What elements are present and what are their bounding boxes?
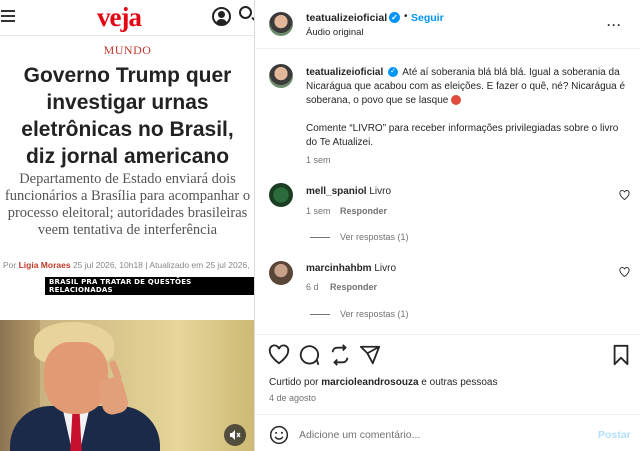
caption-text: teatualizeioficial ✓ Até aí soberania bl… xyxy=(306,66,630,108)
comment-input[interactable] xyxy=(299,427,589,443)
reply-button[interactable]: Responder xyxy=(340,206,387,216)
likes-prefix: Curtido por xyxy=(269,377,319,388)
article-dek: Departamento de Estado enviará dois func… xyxy=(4,171,251,238)
post-button[interactable]: Postar xyxy=(598,429,631,441)
byline-author: Ligia Moraes xyxy=(18,260,71,270)
caption-avatar[interactable] xyxy=(269,64,293,88)
save-icon[interactable] xyxy=(610,344,632,366)
more-options-icon[interactable]: ··· xyxy=(607,18,622,32)
actions-divider xyxy=(255,334,640,335)
angry-emoji-icon xyxy=(451,95,462,106)
comment-username[interactable]: mell_spaniol xyxy=(306,186,367,197)
post-date: 4 de agosto xyxy=(269,393,317,403)
search-icon xyxy=(239,6,252,19)
post-avatar[interactable] xyxy=(269,12,293,36)
article-byline: Por Ligia Moraes 25 jul 2026, 10h18 | At… xyxy=(3,260,254,270)
comment-avatar[interactable] xyxy=(269,183,293,207)
likes-summary: Curtido por marcioleandrosouza e outras … xyxy=(269,377,497,388)
comment-body: Livro xyxy=(374,263,397,274)
view-replies-button[interactable]: Ver respostas (1) xyxy=(310,309,409,319)
veja-header: veja xyxy=(0,0,254,36)
like-comment-icon[interactable] xyxy=(619,190,630,200)
comment-body: Livro xyxy=(369,186,392,197)
article-section: MUNDO xyxy=(103,43,152,57)
comment-icon[interactable] xyxy=(298,344,320,366)
post-username[interactable]: teatualizeioficial xyxy=(306,12,387,24)
caption-cta: Comente “LIVRO” para receber informações… xyxy=(306,123,619,148)
menu-icon xyxy=(1,10,15,23)
header-divider xyxy=(255,48,640,49)
comment-text: mell_spaniol Livro xyxy=(306,186,391,197)
comment-username[interactable]: marcinhahbm xyxy=(306,263,372,274)
follow-button[interactable]: Seguir xyxy=(411,12,444,24)
reply-button[interactable]: Responder xyxy=(330,282,377,292)
likes-user[interactable]: marcioleandrosouza xyxy=(321,377,418,388)
byline-prefix: Por xyxy=(3,260,17,270)
audio-link[interactable]: Áudio original xyxy=(306,27,364,38)
separator-dot: • xyxy=(404,11,408,22)
like-comment-icon[interactable] xyxy=(619,267,630,277)
comment-time[interactable]: 6 d xyxy=(306,282,319,292)
like-icon[interactable] xyxy=(268,344,290,366)
verified-icon: ✓ xyxy=(388,67,399,78)
emoji-icon[interactable] xyxy=(269,425,289,445)
composer-divider xyxy=(255,414,640,415)
byline-date: 25 jul 2026, 10h18 | Atualizado em 25 ju… xyxy=(72,260,250,270)
caption-username[interactable]: teatualizeioficial xyxy=(306,67,383,78)
comment-time[interactable]: 1 sem xyxy=(306,206,331,216)
comment-avatar[interactable] xyxy=(269,261,293,285)
view-replies-button[interactable]: Ver respostas (1) xyxy=(310,232,409,242)
repost-icon[interactable] xyxy=(329,344,351,366)
mute-icon[interactable] xyxy=(224,424,246,446)
veja-logo: veja xyxy=(97,2,142,32)
reel-video[interactable]: veja MUNDO Governo Trump quer investigar… xyxy=(0,0,255,451)
article-photo xyxy=(0,320,254,451)
comment-text: marcinhahbm Livro xyxy=(306,263,396,274)
caption-time[interactable]: 1 sem xyxy=(306,155,331,165)
view-replies-label: Ver respostas (1) xyxy=(340,232,409,242)
share-icon[interactable] xyxy=(359,344,381,366)
article-headline: Governo Trump quer investigar urnas elet… xyxy=(21,64,234,168)
user-icon xyxy=(212,7,231,26)
verified-icon: ✓ xyxy=(389,12,400,23)
view-replies-label: Ver respostas (1) xyxy=(340,309,409,319)
video-caption: BRASIL PRA TRATAR DE QUESTÕES RELACIONAD… xyxy=(45,277,254,295)
likes-suffix[interactable]: e outras pessoas xyxy=(421,377,497,388)
